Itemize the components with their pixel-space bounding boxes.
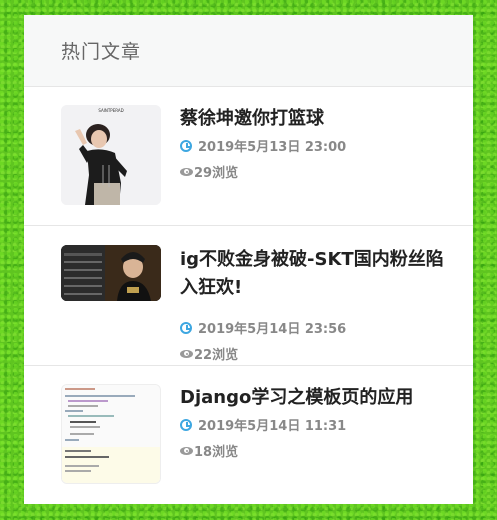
- hot-articles-panel: 热门文章 SAINTPERAD 蔡徐坤邀你打篮球 2019年5月13日 23:0…: [24, 15, 473, 504]
- article-date: 2019年5月14日 23:56: [180, 318, 346, 337]
- date-text: 2019年5月14日 11:31: [198, 419, 347, 434]
- panel-header: 热门文章: [24, 15, 473, 87]
- clock-icon: [180, 418, 192, 431]
- article-views: 29浏览: [180, 162, 238, 181]
- thumb-caption: SAINTPERAD: [98, 108, 123, 113]
- article-views: 22浏览: [180, 344, 238, 363]
- date-text: 2019年5月14日 23:56: [198, 322, 347, 337]
- article-thumbnail[interactable]: [61, 245, 161, 301]
- article-item[interactable]: Django学习之模板页的应用 2019年5月14日 11:31 18浏览: [24, 366, 473, 504]
- eye-icon: [180, 349, 193, 358]
- article-date: 2019年5月13日 23:00: [180, 136, 346, 155]
- views-text: 22浏览: [194, 348, 239, 363]
- views-text: 29浏览: [194, 166, 239, 181]
- eye-icon: [180, 167, 193, 176]
- article-title[interactable]: 蔡徐坤邀你打篮球: [180, 105, 450, 133]
- article-thumbnail[interactable]: [61, 384, 161, 484]
- article-title[interactable]: Django学习之模板页的应用: [180, 384, 450, 412]
- clock-icon: [180, 139, 192, 152]
- article-date: 2019年5月14日 11:31: [180, 415, 346, 434]
- esports-scoreboard-image: [61, 245, 161, 301]
- date-text: 2019年5月13日 23:00: [198, 140, 347, 155]
- article-item[interactable]: ig不败金身被破-SKT国内粉丝陷入狂欢! 2019年5月14日 23:56 2…: [24, 226, 473, 366]
- clock-icon: [180, 321, 192, 334]
- eye-icon: [180, 446, 193, 455]
- code-screenshot-image: [62, 385, 160, 483]
- article-thumbnail[interactable]: SAINTPERAD: [61, 105, 161, 205]
- person-photo-image: SAINTPERAD: [61, 105, 161, 205]
- article-item[interactable]: SAINTPERAD 蔡徐坤邀你打篮球 2019年5月13日 23:00 29浏…: [24, 87, 473, 226]
- views-text: 18浏览: [194, 445, 239, 460]
- article-views: 18浏览: [180, 441, 238, 460]
- panel-title: 热门文章: [61, 41, 142, 63]
- article-title[interactable]: ig不败金身被破-SKT国内粉丝陷入狂欢!: [180, 246, 450, 302]
